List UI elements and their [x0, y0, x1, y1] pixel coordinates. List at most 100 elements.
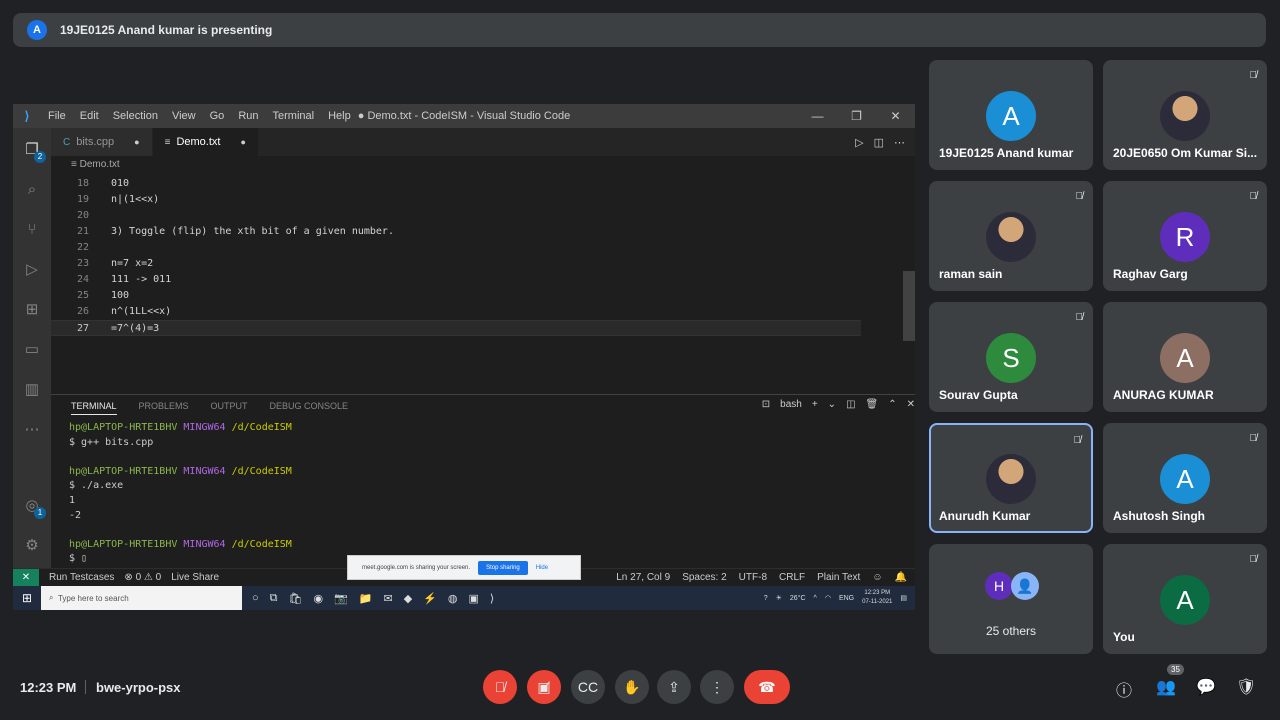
- mail-icon[interactable]: ✉: [384, 592, 393, 605]
- minimize-icon[interactable]: —: [798, 104, 837, 128]
- code-line: 22: [51, 240, 861, 256]
- participant-tile[interactable]: 🎙̸ A Ashutosh Singh: [1103, 423, 1267, 533]
- task-view-icon[interactable]: ⧉: [270, 592, 278, 605]
- run-debug-icon[interactable]: ▷: [22, 260, 42, 280]
- notifications-icon[interactable]: ▤: [900, 594, 907, 602]
- menu-view[interactable]: View: [172, 110, 196, 122]
- bell-icon[interactable]: 🔔: [895, 572, 907, 583]
- help-icon[interactable]: ?: [764, 595, 768, 602]
- others-tile[interactable]: H 👤 25 others: [929, 544, 1093, 654]
- avatar: [986, 454, 1036, 504]
- participant-tile[interactable]: A 19JE0125 Anand kumar: [929, 60, 1093, 170]
- cortana-icon[interactable]: ○: [252, 592, 259, 605]
- problems-status[interactable]: ⊗ 0 ⚠ 0: [124, 572, 161, 583]
- accounts-icon[interactable]: ◎ 1: [22, 496, 46, 519]
- dropbox-icon[interactable]: ◆: [404, 592, 412, 605]
- remote-icon[interactable]: ✕: [13, 568, 39, 587]
- shell-label[interactable]: bash: [780, 399, 802, 410]
- terminal-app-icon[interactable]: ▣: [469, 592, 479, 605]
- trash-icon[interactable]: 🗑: [866, 399, 879, 410]
- participant-tile[interactable]: 🎙̸ S Sourav Gupta: [929, 302, 1093, 412]
- run-icon[interactable]: ▷: [855, 136, 863, 149]
- breadcrumb-file[interactable]: Demo.txt: [80, 159, 120, 170]
- more-icon[interactable]: ⋯: [22, 420, 42, 440]
- captions-button[interactable]: CC: [571, 670, 605, 704]
- participant-tile[interactable]: 🎙̸ 20JE0650 Om Kumar Si...: [1103, 60, 1267, 170]
- menu-terminal[interactable]: Terminal: [273, 110, 315, 122]
- cursor-position[interactable]: Ln 27, Col 9: [616, 572, 670, 583]
- tab-bits-cpp[interactable]: C bits.cpp ●: [51, 128, 153, 156]
- participant-tile-active-speaker[interactable]: 🎙̸ Anurudh Kumar: [929, 423, 1093, 533]
- taskbar-clock[interactable]: 12:23 PM 07-11-2021: [862, 589, 892, 607]
- menu-edit[interactable]: Edit: [80, 110, 99, 122]
- people-icon[interactable]: 👥: [1156, 677, 1176, 697]
- wifi-icon[interactable]: ◠: [825, 594, 831, 602]
- present-screen-button[interactable]: ⇪: [657, 670, 691, 704]
- tab-demo-txt[interactable]: ≡ Demo.txt ●: [152, 128, 259, 156]
- chrome-icon[interactable]: ◍: [448, 592, 458, 605]
- encoding[interactable]: UTF-8: [739, 572, 767, 583]
- line-ending[interactable]: CRLF: [779, 572, 805, 583]
- chat-icon[interactable]: 💬: [1196, 677, 1216, 697]
- language-indicator[interactable]: ENG: [839, 595, 854, 602]
- settings-gear-icon[interactable]: ⚙: [22, 536, 42, 556]
- host-controls-icon[interactable]: 🛡: [1236, 677, 1256, 697]
- unsaved-dot-icon[interactable]: ●: [134, 137, 139, 147]
- language-mode[interactable]: Plain Text: [817, 572, 860, 583]
- tab-problems[interactable]: PROBLEMS: [139, 401, 189, 415]
- explorer-icon[interactable]: ❐ 2: [22, 140, 46, 163]
- folder-icon[interactable]: 📁: [359, 592, 373, 605]
- participant-tile[interactable]: 🎙̸ R Raghav Garg: [1103, 181, 1267, 291]
- stop-sharing-button[interactable]: Stop sharing: [478, 560, 528, 575]
- camera-icon[interactable]: 📷: [334, 592, 348, 605]
- terminal-output[interactable]: hp@LAPTOP-HRTE1BHV MINGW64 /d/CodeISM $ …: [69, 421, 292, 567]
- close-icon[interactable]: ✕: [876, 104, 915, 128]
- menu-file[interactable]: File: [48, 110, 66, 122]
- camera-toggle-button[interactable]: ▣̸: [527, 670, 561, 704]
- maximize-panel-icon[interactable]: ⌃: [888, 399, 896, 410]
- restore-icon[interactable]: ❐: [837, 104, 876, 128]
- tab-output[interactable]: OUTPUT: [211, 401, 248, 415]
- chevron-down-icon[interactable]: ⌄: [828, 399, 836, 410]
- edge-icon[interactable]: ◉: [313, 592, 323, 605]
- split-editor-icon[interactable]: ◫: [874, 136, 884, 149]
- tab-debug-console[interactable]: DEBUG CONSOLE: [270, 401, 349, 415]
- vscode-taskbar-icon[interactable]: ⟩: [490, 592, 494, 605]
- more-actions-icon[interactable]: ⋯: [894, 136, 905, 149]
- new-terminal-icon[interactable]: +: [812, 399, 818, 410]
- tray-chevron-icon[interactable]: ^: [814, 595, 817, 602]
- self-tile[interactable]: 🎙̸ A You: [1103, 544, 1267, 654]
- more-options-button[interactable]: ⋮: [700, 670, 734, 704]
- menu-run[interactable]: Run: [238, 110, 258, 122]
- windows-start-icon[interactable]: ⊞: [13, 591, 41, 605]
- close-panel-icon[interactable]: ✕: [907, 399, 915, 410]
- live-share[interactable]: Live Share: [171, 572, 219, 583]
- chart-icon[interactable]: ▥: [22, 380, 42, 400]
- run-testcases[interactable]: Run Testcases: [49, 572, 114, 583]
- feedback-icon[interactable]: ☺: [872, 572, 882, 583]
- store-icon[interactable]: 🛍: [289, 592, 303, 605]
- menu-go[interactable]: Go: [210, 110, 225, 122]
- leave-call-button[interactable]: ☎: [744, 670, 790, 704]
- meeting-details-icon[interactable]: ⓘ: [1116, 677, 1132, 701]
- editor-scrollbar[interactable]: [903, 271, 915, 341]
- remote-explorer-icon[interactable]: ▭: [22, 340, 42, 360]
- participant-tile[interactable]: A ANURAG KUMAR: [1103, 302, 1267, 412]
- bolt-icon[interactable]: ⚡: [423, 592, 437, 605]
- source-control-icon[interactable]: ⑂: [22, 220, 42, 240]
- unsaved-dot-icon[interactable]: ●: [240, 137, 245, 147]
- indentation[interactable]: Spaces: 2: [682, 572, 726, 583]
- menu-help[interactable]: Help: [328, 110, 351, 122]
- menu-selection[interactable]: Selection: [113, 110, 158, 122]
- raise-hand-button[interactable]: ✋: [615, 670, 649, 704]
- search-icon[interactable]: ⌕: [22, 180, 42, 200]
- hide-button[interactable]: Hide: [536, 565, 548, 571]
- mic-toggle-button[interactable]: 🎙̸: [483, 670, 517, 704]
- taskbar-search[interactable]: ⌕ Type here to search: [41, 586, 242, 610]
- weather-text[interactable]: 26°C: [790, 595, 806, 602]
- code-editor[interactable]: 18 010 19 n|(1<<x) 20 21 3) Toggle (flip) t…: [51, 176, 915, 396]
- tab-terminal[interactable]: TERMINAL: [71, 401, 117, 415]
- participant-tile[interactable]: 🎙̸ raman sain: [929, 181, 1093, 291]
- extensions-icon[interactable]: ⊞: [22, 300, 42, 320]
- split-terminal-icon[interactable]: ◫: [846, 399, 855, 410]
